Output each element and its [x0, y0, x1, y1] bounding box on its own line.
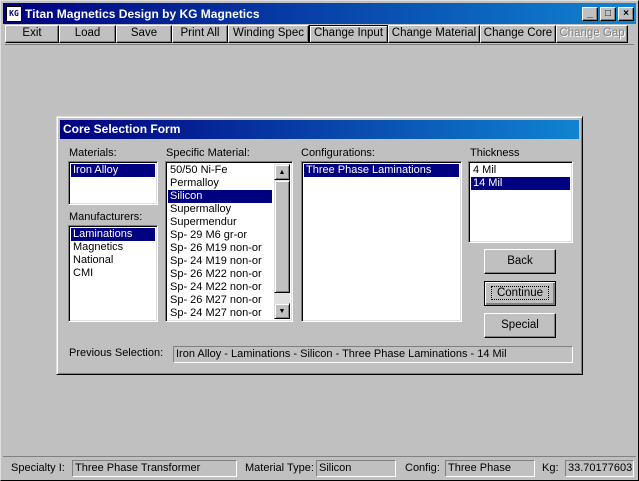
- save-button[interactable]: Save: [116, 25, 172, 43]
- specialty-label: Specialty I:: [11, 462, 65, 474]
- manufacturers-label: Manufacturers:: [69, 211, 143, 223]
- list-item[interactable]: Sp- 29 M6 gr-or: [168, 229, 272, 242]
- specific-material-list[interactable]: 50/50 Ni-Fe Permalloy Silicon Supermalloy Su…: [165, 161, 293, 322]
- change-core-button[interactable]: Change Core: [480, 25, 556, 43]
- scroll-up-arrow-icon[interactable]: ▲: [274, 164, 290, 180]
- list-item[interactable]: 50/50 Ni-Fe: [168, 164, 272, 177]
- scroll-thumb[interactable]: [274, 180, 290, 293]
- list-item[interactable]: Supermalloy: [168, 203, 272, 216]
- list-item[interactable]: Laminations: [71, 228, 155, 241]
- kg-label: Kg:: [542, 462, 559, 474]
- config-label: Config:: [405, 462, 440, 474]
- list-item[interactable]: Sp- 24 M22 non-or: [168, 281, 272, 294]
- list-item[interactable]: Supermendur: [168, 216, 272, 229]
- list-item[interactable]: Magnetics: [71, 241, 155, 254]
- list-item[interactable]: Sp- 24 M19 non-or: [168, 255, 272, 268]
- list-item[interactable]: CMI: [71, 267, 155, 280]
- special-button[interactable]: Special: [484, 313, 556, 338]
- specific-material-label: Specific Material:: [166, 147, 250, 159]
- thickness-label: Thickness: [470, 147, 520, 159]
- scroll-down-arrow-icon[interactable]: ▼: [274, 303, 290, 319]
- manufacturers-list[interactable]: Laminations Magnetics National CMI: [68, 225, 158, 322]
- status-bar: Specialty I: Three Phase Transformer Mat…: [3, 456, 636, 478]
- dialog-title: Core Selection Form: [60, 120, 579, 139]
- continue-label: Continue: [490, 286, 550, 300]
- minimize-button[interactable]: _: [582, 6, 598, 21]
- core-selection-dialog: Core Selection Form Materials: Iron Allo…: [56, 116, 583, 375]
- list-item[interactable]: Sp- 24 M27 non-or: [168, 307, 272, 320]
- toolbar: Exit Load Save Print All Winding Spec Ch…: [5, 25, 634, 43]
- back-button[interactable]: Back: [484, 249, 556, 274]
- main-window: KG Titan Magnetics Design by KG Magnetic…: [0, 0, 639, 481]
- exit-button[interactable]: Exit: [5, 25, 59, 43]
- material-type-field: Silicon: [316, 460, 396, 477]
- specific-material-scrollbar[interactable]: ▲ ▼: [274, 164, 290, 319]
- materials-label: Materials:: [69, 147, 117, 159]
- list-item[interactable]: Sp- 26 M19 non-or: [168, 242, 272, 255]
- app-icon[interactable]: KG: [6, 5, 22, 22]
- load-button[interactable]: Load: [59, 25, 116, 43]
- list-item[interactable]: National: [71, 254, 155, 267]
- list-item[interactable]: Sp- 26 M27 non-or: [168, 294, 272, 307]
- configurations-label: Configurations:: [301, 147, 375, 159]
- window-title: Titan Magnetics Design by KG Magnetics: [25, 6, 260, 21]
- print-all-button[interactable]: Print All: [172, 25, 228, 43]
- config-field: Three Phase: [445, 460, 535, 477]
- materials-list[interactable]: Iron Alloy: [68, 161, 158, 205]
- list-item[interactable]: 14 Mil: [471, 177, 570, 190]
- previous-selection-field: Iron Alloy - Laminations - Silicon - Thr…: [173, 346, 573, 363]
- material-type-label: Material Type:: [245, 462, 314, 474]
- list-item[interactable]: Iron Alloy: [71, 164, 155, 177]
- title-bar[interactable]: KG Titan Magnetics Design by KG Magnetic…: [3, 3, 636, 24]
- previous-selection-label: Previous Selection:: [69, 347, 164, 359]
- continue-button[interactable]: Continue: [484, 281, 556, 306]
- list-item[interactable]: Three Phase Laminations: [304, 164, 459, 177]
- kg-field: 33.70177603: [565, 460, 634, 477]
- change-gap-button: Change Gap: [556, 25, 628, 43]
- list-item[interactable]: Permalloy: [168, 177, 272, 190]
- list-item[interactable]: Silicon: [168, 190, 272, 203]
- list-item[interactable]: Sp- 26 M22 non-or: [168, 268, 272, 281]
- change-material-button[interactable]: Change Material: [388, 25, 480, 43]
- configurations-list[interactable]: Three Phase Laminations: [301, 161, 462, 322]
- thickness-list[interactable]: 4 Mil 14 Mil: [468, 161, 573, 243]
- close-button[interactable]: ×: [618, 6, 634, 21]
- specialty-field: Three Phase Transformer: [72, 460, 237, 477]
- maximize-button[interactable]: □: [600, 6, 616, 21]
- change-input-button[interactable]: Change Input: [309, 25, 388, 43]
- winding-spec-button[interactable]: Winding Spec: [228, 25, 309, 43]
- list-item[interactable]: 4 Mil: [471, 164, 570, 177]
